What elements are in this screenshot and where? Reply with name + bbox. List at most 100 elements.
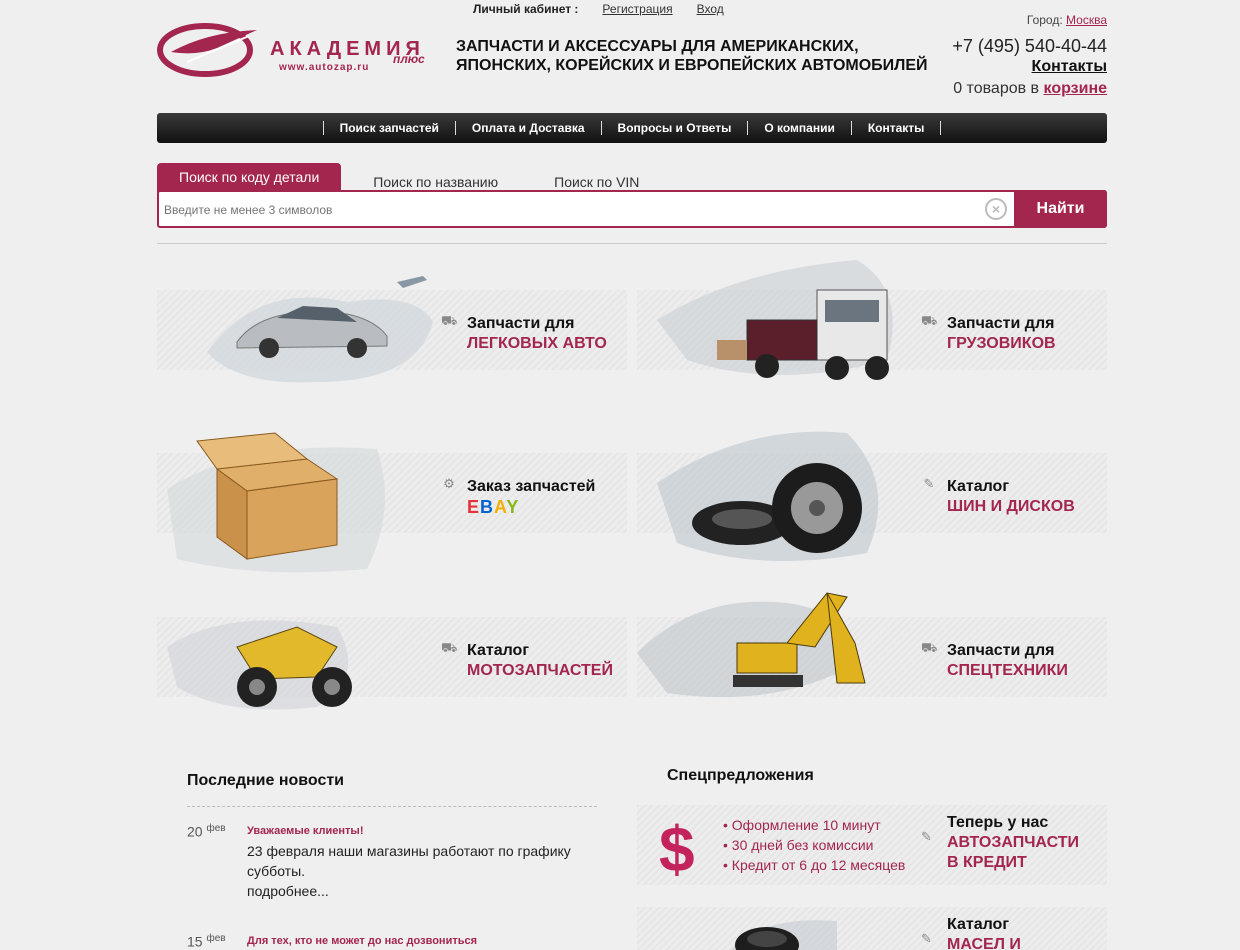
nav-item-faq[interactable]: Вопросы и Ответы <box>602 121 748 135</box>
ebay-logo: EBAY <box>467 497 595 519</box>
logo[interactable]: АКАДЕМИЯ плюс www.autozap.ru <box>157 22 447 78</box>
ebay-letter-y: Y <box>506 497 520 517</box>
category-subtitle: ШИН И ДИСКОВ <box>947 498 1075 515</box>
credit-benefits: Оформление 10 минут 30 дней без комиссии… <box>723 815 906 875</box>
special-title: Теперь у нас <box>947 814 1049 831</box>
credit-benefit: Оформление 10 минут <box>723 815 905 835</box>
category-title: Каталог <box>467 642 529 659</box>
news-body: Для тех, кто не может до нас дозвониться <box>247 933 607 947</box>
cart-count: 0 товаров в <box>953 80 1040 97</box>
truck-icon: ⛟ <box>921 640 938 655</box>
contacts-link[interactable]: Контакты <box>1032 58 1107 76</box>
special-subtitle: АВТОЗАПЧАСТИ <box>947 834 1080 851</box>
credit-benefit: Кредит от 6 до 12 месяцев <box>723 855 906 875</box>
logo-plus: плюс <box>393 52 425 66</box>
tires-image <box>657 431 879 561</box>
news-date: 15 фев <box>187 933 226 950</box>
category-subtitle: ЛЕГКОВЫХ АВТО <box>467 335 607 352</box>
nav-divider <box>940 121 942 135</box>
category-subtitle: ГРУЗОВИКОВ <box>947 335 1056 352</box>
box-image <box>167 432 385 573</box>
news-divider <box>187 806 597 807</box>
svg-text:$: $ <box>659 813 695 881</box>
category-title: Запчасти для <box>947 315 1055 332</box>
category-subtitle: МОТОЗАПЧАСТЕЙ <box>467 662 613 679</box>
category-title: Каталог <box>947 478 1009 495</box>
special-title: Каталог <box>947 916 1009 933</box>
category-label: Каталог МОТОЗАПЧАСТЕЙ <box>467 641 613 681</box>
tab-search-by-code[interactable]: Поиск по коду детали <box>157 163 342 193</box>
nav-item-payment-delivery[interactable]: Оплата и Доставка <box>456 121 601 135</box>
category-trucks[interactable]: ⛟ Запчасти для ГРУЗОВИКОВ <box>637 260 1107 380</box>
tagline: ЗАПЧАСТИ И АКСЕССУАРЫ ДЛЯ АМЕРИКАНСКИХ, … <box>456 37 936 75</box>
category-title: Запчасти для <box>947 642 1055 659</box>
car-icon: ⛟ <box>441 640 458 655</box>
category-label: Запчасти для ГРУЗОВИКОВ <box>947 314 1056 354</box>
category-title: Запчасти для <box>467 315 575 332</box>
category-tires-wheels[interactable]: ✎ Каталог ШИН И ДИСКОВ <box>637 431 1107 561</box>
category-label: Запчасти для ЛЕГКОВЫХ АВТО <box>467 314 607 354</box>
phone-number: +7 (495) 540-40-44 <box>952 36 1107 56</box>
truck-icon: ⛟ <box>921 313 938 328</box>
news-month: фев <box>206 823 226 834</box>
nav-item-about[interactable]: О компании <box>748 121 851 135</box>
logo-url: www.autozap.ru <box>279 62 370 73</box>
category-ebay[interactable]: ⚙ Заказ запчастей EBAY <box>157 432 627 573</box>
cabinet-label: Личный кабинет : <box>473 2 579 16</box>
page: Личный кабинет : Регистрация Вход Город:… <box>157 0 1107 950</box>
news-more-link[interactable]: подробнее... <box>247 881 607 901</box>
cart-link[interactable]: корзине <box>1044 80 1107 97</box>
special-label: Каталог МАСЕЛ И <box>947 915 1021 950</box>
ebay-letter-e: E <box>467 497 481 517</box>
news-headline[interactable]: Для тех, кто не может до нас дозвониться <box>247 935 607 947</box>
credit-benefit: 30 дней без комиссии <box>723 835 905 855</box>
car-image <box>207 276 433 383</box>
register-link[interactable]: Регистрация <box>602 2 672 16</box>
cart-summary: 0 товаров в корзине <box>953 80 1107 98</box>
tagline-line-2: ЯПОНСКИХ, КОРЕЙСКИХ И ЕВРОПЕЙСКИХ АВТОМО… <box>456 57 928 74</box>
nav-item-parts-search[interactable]: Поиск запчастей <box>324 121 455 135</box>
oil-barrel-image <box>731 920 837 950</box>
clear-icon[interactable]: × <box>985 198 1007 220</box>
motorcycle-image <box>167 620 352 710</box>
tab-search-by-vin[interactable]: Поиск по VIN <box>554 174 640 191</box>
specials-title: Спецпредложения <box>667 767 814 784</box>
divider <box>157 243 1107 244</box>
news-day: 20 <box>187 823 203 840</box>
nav-item-contacts[interactable]: Контакты <box>852 121 941 135</box>
special-subtitle-2: В КРЕДИТ <box>947 854 1027 871</box>
city-link[interactable]: Москва <box>1066 13 1107 27</box>
news-text: 23 февраля наши магазины работают по гра… <box>247 841 607 901</box>
news-headline[interactable]: Уважаемые клиенты! <box>247 825 607 837</box>
search-input[interactable] <box>164 200 974 220</box>
edit-icon: ✎ <box>923 476 935 491</box>
news-text-body: 23 февраля наши магазины работают по гра… <box>247 843 571 879</box>
news-date: 20 фев <box>187 823 226 840</box>
special-credit[interactable]: $ Оформление 10 минут 30 дней без комисс… <box>637 805 1107 885</box>
search-button[interactable]: Найти <box>1014 190 1107 228</box>
tagline-line-1: ЗАПЧАСТИ И АКСЕССУАРЫ ДЛЯ АМЕРИКАНСКИХ, <box>456 38 859 55</box>
truck-image <box>657 260 893 380</box>
edit-icon: ✎ <box>921 931 932 946</box>
category-label: Каталог ШИН И ДИСКОВ <box>947 477 1075 517</box>
gear-icon: ⚙ <box>443 476 455 491</box>
special-subtitle: МАСЕЛ И <box>947 936 1021 950</box>
news-title: Последние новости <box>187 772 345 789</box>
city-label: Город: <box>1026 13 1063 27</box>
excavator-image <box>637 592 866 698</box>
category-title: Заказ запчастей <box>467 478 596 495</box>
news-month: фев <box>206 933 226 944</box>
city-selector: Город: Москва <box>1027 13 1107 27</box>
category-subtitle: СПЕЦТЕХНИКИ <box>947 662 1068 679</box>
category-moto[interactable]: ⛟ Каталог МОТОЗАПЧАСТЕЙ <box>157 617 627 710</box>
special-label: Теперь у нас АВТОЗАПЧАСТИ В КРЕДИТ <box>947 813 1079 873</box>
tab-search-by-name[interactable]: Поиск по названию <box>373 174 499 191</box>
top-links: Личный кабинет : Регистрация Вход <box>473 2 724 16</box>
ebay-letter-a: A <box>494 497 507 517</box>
category-passenger-cars[interactable]: ⛟ Запчасти для ЛЕГКОВЫХ АВТО <box>157 276 627 383</box>
special-oils[interactable]: ✎ Каталог МАСЕЛ И <box>637 907 1107 950</box>
category-special-machinery[interactable]: ⛟ Запчасти для СПЕЦТЕХНИКИ <box>637 592 1107 698</box>
category-label: Запчасти для СПЕЦТЕХНИКИ <box>947 641 1068 681</box>
category-label: Заказ запчастей EBAY <box>467 477 595 519</box>
login-link[interactable]: Вход <box>697 2 724 16</box>
